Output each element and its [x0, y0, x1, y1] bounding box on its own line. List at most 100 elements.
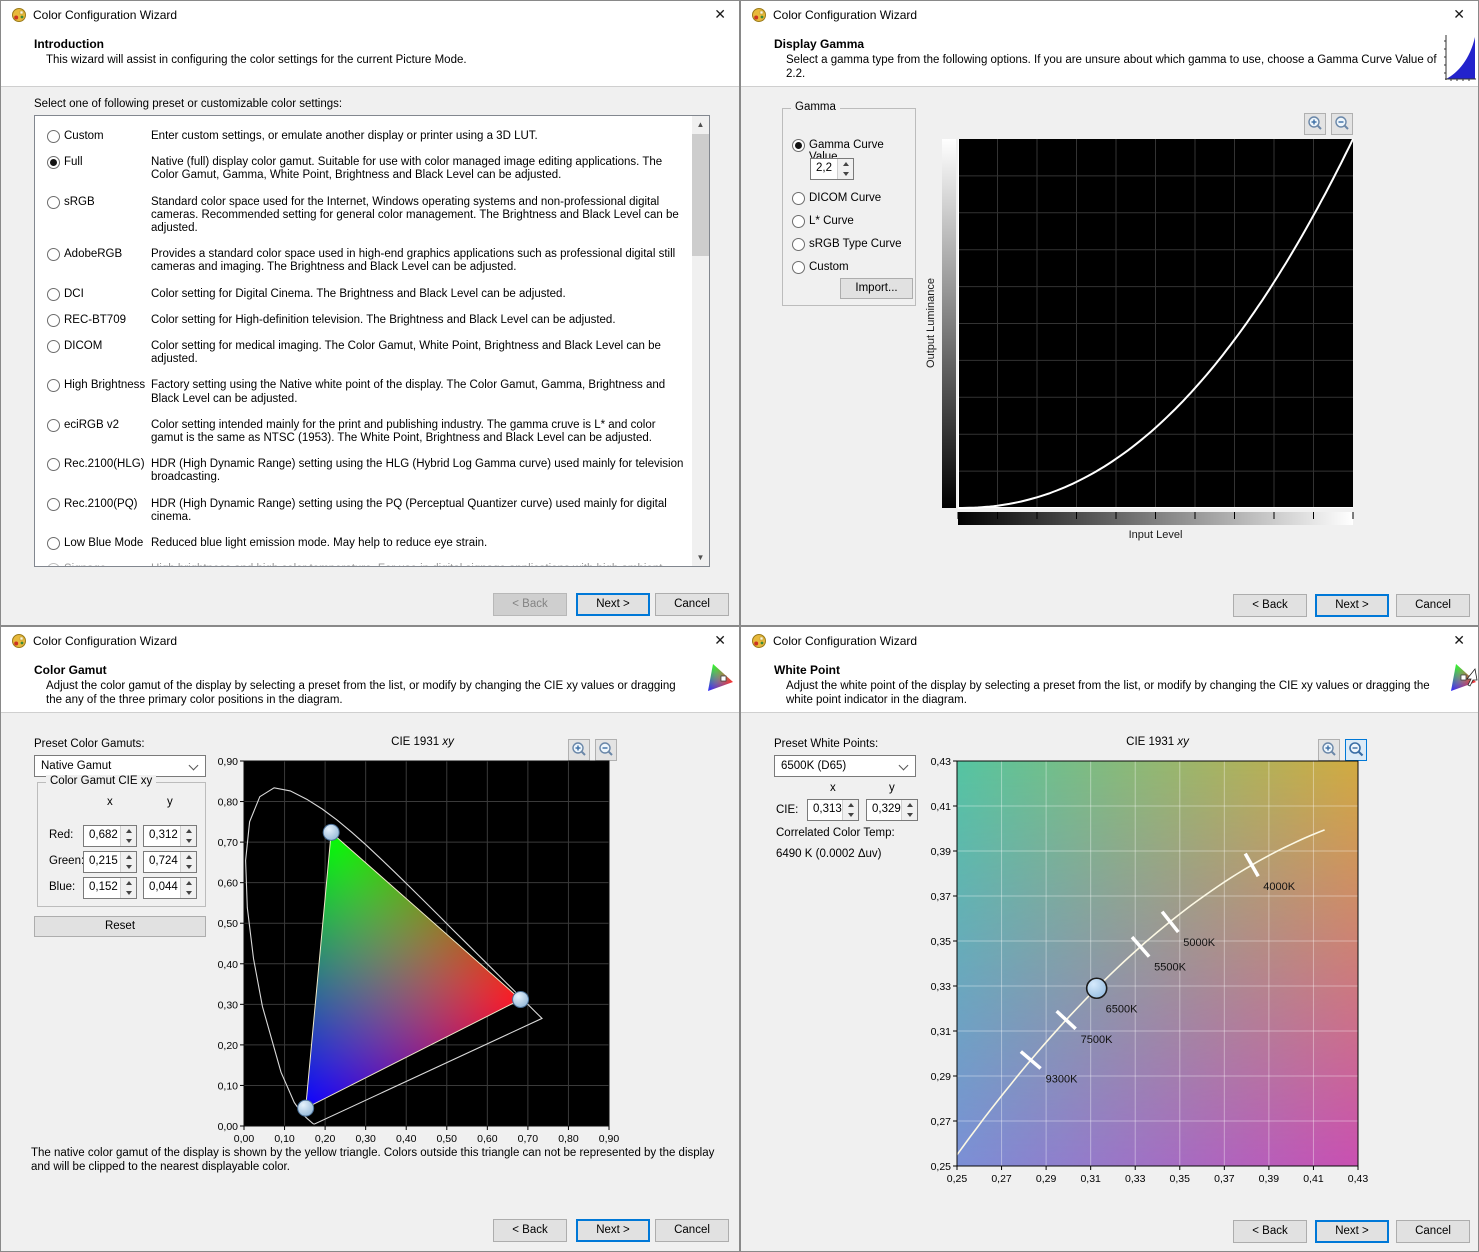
gamma-value[interactable]: 2,2	[811, 159, 837, 179]
stepper-arrows[interactable]	[180, 878, 196, 898]
stepper-arrows[interactable]	[120, 852, 136, 872]
green-x-stepper[interactable]: 0,215	[83, 851, 137, 873]
back-button[interactable]: < Back	[1233, 594, 1307, 617]
import-button[interactable]: Import...	[840, 278, 913, 299]
radio-rec-bt709[interactable]	[47, 314, 60, 327]
radio-rec-2100-pq-[interactable]	[47, 498, 60, 511]
radio-adobergb[interactable]	[47, 248, 60, 261]
radio-rec-2100-hlg-[interactable]	[47, 458, 60, 471]
green-primary-handle[interactable]	[323, 824, 339, 840]
preset-white-point-select[interactable]: 6500K (D65)	[774, 755, 916, 777]
blue-primary-handle[interactable]	[298, 1100, 314, 1116]
close-icon[interactable]: ✕	[1453, 6, 1465, 22]
preset-option-row[interactable]: CustomEnter custom settings, or emulate …	[35, 130, 692, 143]
svg-text:0,10: 0,10	[218, 1080, 239, 1092]
radio-dci[interactable]	[47, 288, 60, 301]
white-point-indicator[interactable]	[1087, 978, 1107, 998]
cancel-button[interactable]: Cancel	[1396, 1220, 1470, 1243]
radio-custom-gamma[interactable]	[792, 261, 805, 274]
next-button[interactable]: Next >	[576, 593, 650, 616]
white-x-value[interactable]: 0,313	[808, 800, 842, 820]
preset-option-row[interactable]: SignageHigh brightness and high color te…	[35, 563, 692, 567]
white-point-chart[interactable]: CIE 1931 xy4000K5000K5500K6500K7500K9300…	[929, 731, 1379, 1193]
col-y-header: y	[167, 796, 173, 808]
cancel-button[interactable]: Cancel	[1396, 594, 1470, 617]
stepper-arrows[interactable]	[180, 852, 196, 872]
gamma-option-label: L* Curve	[809, 215, 854, 227]
back-button[interactable]: < Back	[493, 593, 567, 616]
preset-option-row[interactable]: Rec.2100(HLG)HDR (High Dynamic Range) se…	[35, 458, 692, 484]
window-title: Color Configuration Wizard	[773, 634, 917, 648]
radio-lstar-curve[interactable]	[792, 215, 805, 228]
preset-white-points-label: Preset White Points:	[774, 738, 878, 750]
blue-x-value[interactable]: 0,152	[84, 878, 120, 898]
white-y-stepper[interactable]: 0,329	[866, 799, 918, 821]
red-y-value[interactable]: 0,312	[144, 826, 180, 846]
green-y-stepper[interactable]: 0,724	[143, 851, 197, 873]
radio-srgb[interactable]	[47, 196, 60, 209]
close-icon[interactable]: ✕	[714, 632, 726, 648]
white-x-stepper[interactable]: 0,313	[807, 799, 859, 821]
cancel-button[interactable]: Cancel	[655, 593, 729, 616]
page-title: Color Gamut	[34, 663, 107, 677]
preset-gamut-select[interactable]: Native Gamut	[34, 755, 206, 777]
radio-high-brightness[interactable]	[47, 379, 60, 392]
red-x-stepper[interactable]: 0,682	[83, 825, 137, 847]
radio-ecirgb-v2[interactable]	[47, 419, 60, 432]
preset-option-row[interactable]: Low Blue ModeReduced blue light emission…	[35, 537, 692, 550]
svg-text:0,43: 0,43	[1348, 1173, 1369, 1185]
svg-text:0,80: 0,80	[558, 1133, 579, 1145]
preset-option-row[interactable]: eciRGB v2Color setting intended mainly f…	[35, 419, 692, 445]
next-button[interactable]: Next >	[1315, 1220, 1389, 1243]
scroll-down-icon[interactable]: ▼	[692, 549, 709, 566]
scroll-up-icon[interactable]: ▲	[692, 116, 709, 133]
blue-y-stepper[interactable]: 0,044	[143, 877, 197, 899]
preset-option-row[interactable]: DICOMColor setting for medical imaging. …	[35, 340, 692, 366]
preset-option-row[interactable]: DCIColor setting for Digital Cinema. The…	[35, 288, 692, 301]
col-y-header: y	[889, 782, 895, 794]
reset-button[interactable]: Reset	[34, 916, 206, 937]
stepper-arrows[interactable]	[120, 826, 136, 846]
radio-low-blue-mode[interactable]	[47, 537, 60, 550]
gamma-curve-chart: Input LevelOutput Luminance	[926, 131, 1376, 546]
preset-list[interactable]: CustomEnter custom settings, or emulate …	[34, 115, 710, 567]
red-y-stepper[interactable]: 0,312	[143, 825, 197, 847]
next-button[interactable]: Next >	[1315, 594, 1389, 617]
radio-srgb-type-curve[interactable]	[792, 238, 805, 251]
scrollbar[interactable]: ▲ ▼	[692, 116, 709, 566]
stepper-arrows[interactable]	[842, 800, 858, 820]
green-x-value[interactable]: 0,215	[84, 852, 120, 872]
white-y-value[interactable]: 0,329	[867, 800, 901, 820]
scroll-thumb[interactable]	[692, 134, 709, 256]
preset-option-label: sRGB	[64, 196, 151, 236]
radio-dicom-curve[interactable]	[792, 192, 805, 205]
close-icon[interactable]: ✕	[714, 6, 726, 22]
stepper-arrows[interactable]	[837, 159, 853, 179]
gamma-value-stepper[interactable]: 2,2	[810, 158, 854, 180]
preset-option-row[interactable]: High BrightnessFactory setting using the…	[35, 379, 692, 405]
preset-option-row[interactable]: FullNative (full) display color gamut. S…	[35, 156, 692, 182]
stepper-arrows[interactable]	[901, 800, 917, 820]
preset-option-row[interactable]: Rec.2100(PQ)HDR (High Dynamic Range) set…	[35, 498, 692, 524]
next-button[interactable]: Next >	[576, 1219, 650, 1242]
cancel-button[interactable]: Cancel	[655, 1219, 729, 1242]
preset-option-row[interactable]: sRGBStandard color space used for the In…	[35, 196, 692, 236]
radio-gamma-curve-value[interactable]	[792, 139, 805, 152]
radio-full[interactable]	[47, 156, 60, 169]
blue-x-stepper[interactable]: 0,152	[83, 877, 137, 899]
red-primary-handle[interactable]	[513, 991, 529, 1007]
blue-y-value[interactable]: 0,044	[144, 878, 180, 898]
red-x-value[interactable]: 0,682	[84, 826, 120, 846]
radio-custom[interactable]	[47, 130, 60, 143]
close-icon[interactable]: ✕	[1453, 632, 1465, 648]
back-button[interactable]: < Back	[1233, 1220, 1307, 1243]
radio-dicom[interactable]	[47, 340, 60, 353]
green-y-value[interactable]: 0,724	[144, 852, 180, 872]
preset-option-row[interactable]: AdobeRGBProvides a standard color space …	[35, 248, 692, 274]
cie-gamut-chart[interactable]: CIE 1931 xy0,900,800,700,600,500,400,300…	[216, 731, 636, 1153]
preset-option-description: Native (full) display color gamut. Suita…	[151, 156, 686, 182]
back-button[interactable]: < Back	[493, 1219, 567, 1242]
preset-option-row[interactable]: REC-BT709Color setting for High-definiti…	[35, 314, 692, 327]
stepper-arrows[interactable]	[120, 878, 136, 898]
stepper-arrows[interactable]	[180, 826, 196, 846]
